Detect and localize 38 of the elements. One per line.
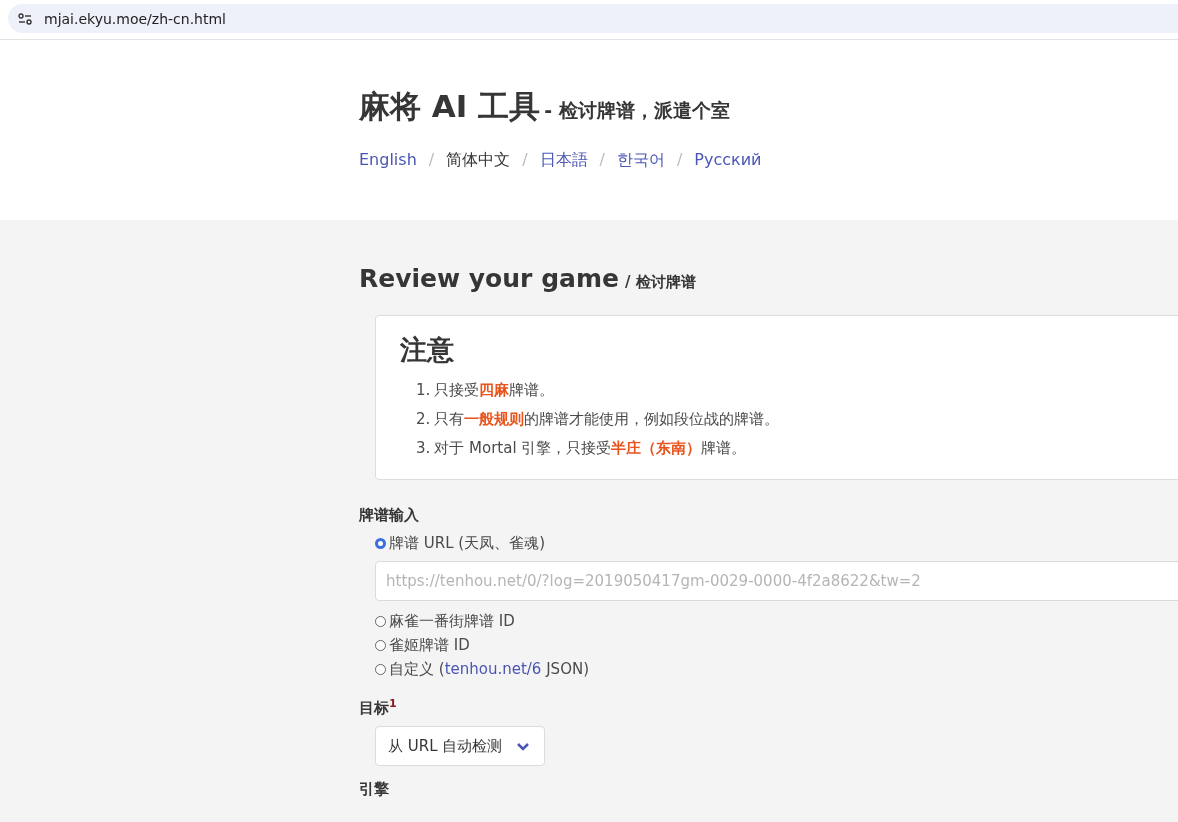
list-number: 2. bbox=[416, 409, 431, 430]
language-link[interactable]: English bbox=[359, 150, 417, 169]
radio-button[interactable] bbox=[375, 639, 386, 651]
notice-item: 只接受四麻牌谱。 bbox=[434, 380, 555, 401]
language-link[interactable]: Русский bbox=[694, 150, 762, 169]
notice-item: 只有一般规则的牌谱才能使用，例如段位战的牌谱。 bbox=[434, 409, 780, 430]
language-link[interactable]: 简体中文 bbox=[446, 150, 511, 171]
radio-label: 牌谱 URL (天凤、雀魂) bbox=[389, 533, 545, 553]
field-label: 牌谱输入 bbox=[359, 506, 420, 525]
field-label: 目标$^{1}$ bbox=[359, 697, 398, 718]
radio-button[interactable] bbox=[375, 537, 386, 549]
site-title: 麻将 AI 工具 bbox=[359, 87, 541, 126]
site-subtitle: - 检讨牌谱，派遣个室 bbox=[544, 98, 730, 123]
site-settings-icon[interactable] bbox=[18, 12, 32, 25]
separator: / bbox=[676, 150, 683, 169]
radio-label: 雀姬牌谱 ID bbox=[389, 635, 470, 655]
url-input-field[interactable]: https://tenhou.net/0/?log=2019050417gm-0029-0000-4f2a8622&tw=2 bbox=[375, 561, 1178, 601]
radio-label: 自定义 (tenhou.net/6 JSON) bbox=[389, 659, 589, 679]
separator: / bbox=[428, 150, 435, 169]
separator: / bbox=[522, 150, 528, 169]
radio-button[interactable] bbox=[375, 663, 386, 675]
radio-button[interactable] bbox=[375, 615, 386, 627]
radio-label: 麻雀一番街牌谱 ID bbox=[389, 611, 515, 631]
url-text: mjai.ekyu.moe/zh-cn.html bbox=[44, 10, 226, 27]
list-number: 3. bbox=[416, 438, 431, 459]
separator: / bbox=[599, 150, 605, 169]
notice-item: 对于 Mortal 引擎，只接受半庄（东南）牌谱。 bbox=[434, 438, 747, 459]
address-bar[interactable]: mjai.ekyu.moe/zh-cn.html bbox=[8, 4, 1178, 33]
section-subtitle: / 检讨牌谱 bbox=[624, 273, 696, 292]
list-number: 1. bbox=[416, 380, 431, 401]
link[interactable]: tenhou.net/6 bbox=[444, 659, 542, 678]
section-title: Review your game bbox=[359, 264, 619, 293]
target-dropdown[interactable]: 从 URL 自动检测 bbox=[375, 726, 545, 766]
field-label: 引擎 bbox=[359, 780, 390, 799]
language-link[interactable]: 한국어 bbox=[616, 150, 665, 171]
language-link[interactable]: 日本語 bbox=[539, 150, 588, 171]
chevron-down-icon bbox=[516, 741, 531, 751]
notice-heading: 注意 bbox=[400, 333, 455, 367]
